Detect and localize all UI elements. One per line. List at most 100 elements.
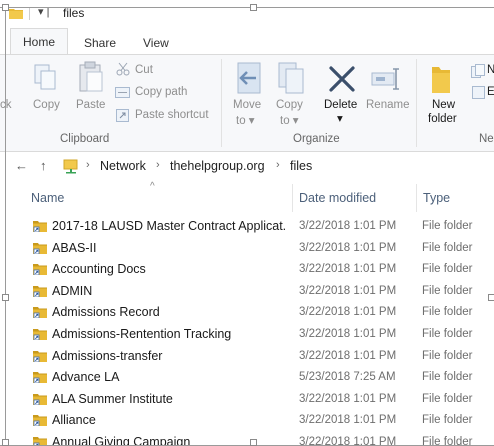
file-explorer-window: ▾ | files Home Share View ck Copy Paste [0,0,494,446]
frame-top-line [0,7,494,8]
file-date-modified: 5/23/2018 7:25 AM [299,371,396,384]
breadcrumb-thehelpgroup[interactable]: thehelpgroup.org [170,159,265,173]
new-folder-button[interactable]: New [432,99,455,111]
group-separator [221,59,222,147]
file-type: File folder [422,392,473,405]
delete-button[interactable]: Delete [324,99,357,111]
move-to-icon [237,62,261,94]
table-row[interactable]: Annual Giving Campaign 3/22/2018 1:01 PM F… [0,432,494,446]
file-type: File folder [422,241,473,254]
file-name[interactable]: Advance LA [52,370,286,384]
table-row[interactable]: Alliance 3/22/2018 1:01 PM File folder [0,410,494,432]
resize-handle[interactable] [2,439,9,446]
table-row[interactable]: ADMIN 3/22/2018 1:01 PM File folder [0,281,494,303]
table-row[interactable]: Admissions-transfer 3/22/2018 1:01 PM File… [0,346,494,368]
file-type: File folder [422,327,473,340]
folder-shortcut-icon [33,393,47,405]
clipboard-icon [79,61,103,92]
rename-icon [371,68,399,90]
scissors-icon [116,62,130,76]
rename-button[interactable]: Rename [366,99,409,111]
folder-shortcut-icon [33,242,47,254]
copy-icon [34,64,56,90]
file-name[interactable]: Admissions Record [52,305,286,319]
column-divider[interactable] [416,184,417,212]
move-to-button[interactable]: Move [233,99,261,111]
file-name[interactable]: 2017-18 LAUSD Master Contract Applicat..… [52,219,286,233]
column-header-type[interactable]: Type [423,191,450,205]
column-header-name[interactable]: Name [31,191,64,205]
folder-shortcut-icon [33,372,47,384]
resize-handle[interactable] [2,294,9,301]
file-date-modified: 3/22/2018 1:01 PM [299,414,397,427]
chevron-right-icon: › [156,159,160,171]
file-name[interactable]: Admissions-Rentention Tracking [52,327,286,341]
folder-shortcut-icon [33,307,47,319]
folder-shortcut-icon [33,285,47,297]
tab-share[interactable]: Share [84,34,116,52]
ribbon: ck Copy Paste Cut Copy path [0,54,494,152]
table-row[interactable]: Accounting Docs 3/22/2018 1:01 PM File fol… [0,259,494,281]
move-to-dropdown[interactable]: to ▾ [236,113,255,127]
easy-access-button[interactable]: E [487,86,494,98]
folder-shortcut-icon [33,415,47,427]
file-date-modified: 3/22/2018 1:01 PM [299,263,397,276]
resize-handle[interactable] [2,4,9,11]
copy-to-dropdown[interactable]: to ▾ [280,113,299,127]
file-date-modified: 3/22/2018 1:01 PM [299,284,397,297]
tab-view[interactable]: View [143,34,169,52]
table-row[interactable]: Advance LA 5/23/2018 7:25 AM File folder [0,367,494,389]
tab-home[interactable]: Home [10,28,68,54]
folder-shortcut-icon [33,328,47,340]
file-type: File folder [422,284,473,297]
copy-to-icon [278,62,304,94]
new-item-button[interactable]: N [487,64,494,76]
new-folder-icon [432,67,450,93]
clipboard-group-label: Clipboard [60,133,110,145]
copy-to-button[interactable]: Copy [276,99,303,111]
file-name[interactable]: ABAS-II [52,241,286,255]
up-arrow-icon[interactable]: ↑ [40,158,47,173]
paste-shortcut-icon [116,109,129,122]
paste-button[interactable]: Paste [76,99,105,111]
delete-dropdown[interactable]: ▾ [337,111,343,125]
new-item-icon [471,64,485,78]
window-title: files [63,6,85,20]
breadcrumb-files[interactable]: files [290,159,312,173]
chevron-right-icon: › [86,159,90,171]
copy-path-button[interactable]: Copy path [135,86,187,98]
resize-handle[interactable] [250,439,257,446]
file-name[interactable]: Admissions-transfer [52,349,286,363]
file-date-modified: 3/22/2018 1:01 PM [299,306,397,319]
folder-shortcut-icon [33,350,47,362]
column-divider[interactable] [292,184,293,212]
breadcrumb-network[interactable]: Network [100,159,146,173]
file-name[interactable]: ALA Summer Institute [52,392,286,406]
file-date-modified: 3/22/2018 1:01 PM [299,241,397,254]
file-name[interactable]: ADMIN [52,284,286,298]
file-type: File folder [422,414,473,427]
resize-handle[interactable] [250,4,257,11]
back-arrow-icon[interactable]: ← [15,158,28,173]
file-type: File folder [422,371,473,384]
resize-handle[interactable] [488,294,494,301]
copy-button[interactable]: Copy [33,99,60,111]
file-list: 2017-18 LAUSD Master Contract Applicat..… [0,216,494,446]
paste-shortcut-button[interactable]: Paste shortcut [135,109,209,121]
table-row[interactable]: Admissions-Rentention Tracking 3/22/2018 … [0,324,494,346]
column-header-date[interactable]: Date modified [299,191,376,205]
file-date-modified: 3/22/2018 1:01 PM [299,220,397,232]
table-row[interactable]: ABAS-II 3/22/2018 1:01 PM File folder [0,238,494,260]
file-type: File folder [422,263,473,276]
group-separator [416,59,417,147]
table-row[interactable]: 2017-18 LAUSD Master Contract Applicat..… [0,216,494,238]
new-group-label: Ne [479,133,494,145]
table-row[interactable]: ALA Summer Institute 3/22/2018 1:01 PM Fil… [0,389,494,411]
file-type: File folder [422,220,473,232]
chevron-right-icon: › [276,159,280,171]
file-type: File folder [422,306,473,319]
file-name[interactable]: Accounting Docs [52,262,286,276]
file-name[interactable]: Alliance [52,413,286,427]
table-row[interactable]: Admissions Record 3/22/2018 1:01 PM File f… [0,302,494,324]
cut-button[interactable]: Cut [135,64,153,76]
